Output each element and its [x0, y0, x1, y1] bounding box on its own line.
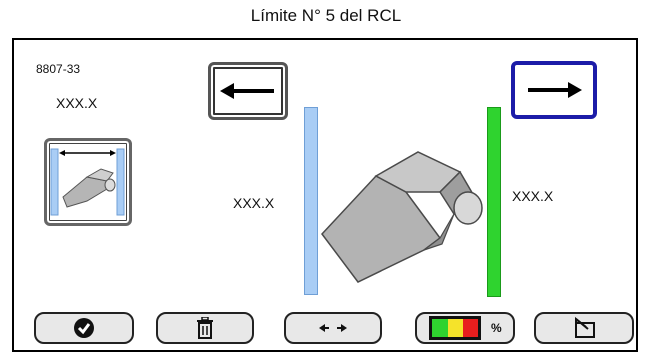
tricolor-gauge-icon	[429, 316, 481, 340]
percent-label: %	[491, 321, 502, 335]
page-title: Límite N° 5 del RCL	[250, 6, 402, 25]
arrow-left-icon	[220, 83, 274, 99]
return-icon	[575, 317, 595, 338]
bucket-illustration	[321, 151, 483, 283]
width-mode-button[interactable]	[44, 138, 132, 226]
width-limit-icon	[50, 148, 125, 216]
left-right-arrows-icon	[319, 324, 347, 332]
right-limit-bar	[487, 107, 501, 297]
confirm-button[interactable]	[34, 312, 134, 344]
back-button[interactable]	[534, 312, 634, 344]
percent-gauge-button[interactable]: %	[415, 312, 515, 344]
swap-sides-button[interactable]	[284, 312, 382, 344]
rcl-screen: 8807-33 XXX.X XXX.X XXX.X %	[12, 38, 638, 352]
delete-button[interactable]	[156, 312, 254, 344]
move-right-button[interactable]	[511, 61, 597, 119]
checkmark-icon	[74, 318, 94, 338]
trash-icon	[197, 317, 213, 339]
screen-code: 8807-33	[36, 62, 81, 76]
value-right: XXX.X	[512, 188, 554, 204]
value-left: XXX.X	[233, 195, 275, 211]
value-top: XXX.X	[56, 95, 98, 111]
move-left-button[interactable]	[208, 62, 288, 120]
arrow-right-icon	[528, 82, 582, 98]
